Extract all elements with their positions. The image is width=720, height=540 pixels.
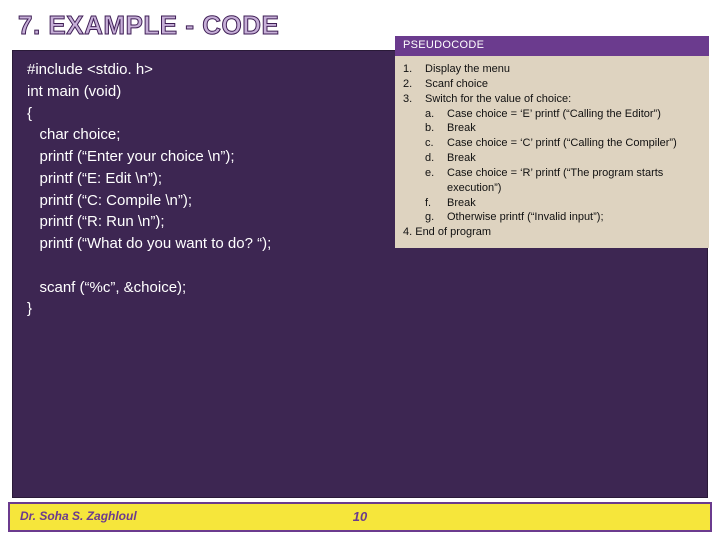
list-num: 3.: [403, 92, 425, 107]
pseudocode-end: 4. End of program: [403, 225, 701, 240]
list-text: Scanf choice: [425, 77, 701, 92]
sublist-text: Case choice = ‘R’ printf (“The program s…: [447, 166, 701, 196]
pseudocode-body: 1.Display the menu 2.Scanf choice 3.Swit…: [395, 56, 709, 248]
sublist-num: a.: [425, 107, 447, 122]
sublist-text: Break: [447, 196, 701, 211]
sublist-text: Break: [447, 151, 701, 166]
sublist-num: f.: [425, 196, 447, 211]
sublist-num: b.: [425, 121, 447, 136]
content-panel: PSEUDOCODE 1.Display the menu 2.Scanf ch…: [12, 50, 708, 498]
author-name: Dr. Soha S. Zaghloul: [20, 509, 137, 523]
sublist-text: Case choice = ‘C’ printf (“Calling the C…: [447, 136, 701, 151]
sublist-num: g.: [425, 210, 447, 225]
list-text: Switch for the value of choice:: [425, 92, 701, 107]
sublist-num: e.: [425, 166, 447, 196]
c-code-block: #include <stdio. h> int main (void) { ch…: [27, 59, 387, 320]
sublist-text: Break: [447, 121, 701, 136]
page-number: 10: [353, 509, 367, 524]
sublist-num: d.: [425, 151, 447, 166]
footer-bar: Dr. Soha S. Zaghloul 10: [8, 502, 712, 532]
pseudocode-title: PSEUDOCODE: [395, 36, 709, 56]
list-num: 2.: [403, 77, 425, 92]
sublist-text: Otherwise printf (“Invalid input”);: [447, 210, 701, 225]
sublist-text: Case choice = ‘E’ printf (“Calling the E…: [447, 107, 701, 122]
slide-heading: 7. EXAMPLE - CODE: [18, 10, 279, 41]
sublist-num: c.: [425, 136, 447, 151]
list-text: Display the menu: [425, 62, 701, 77]
list-num: 1.: [403, 62, 425, 77]
